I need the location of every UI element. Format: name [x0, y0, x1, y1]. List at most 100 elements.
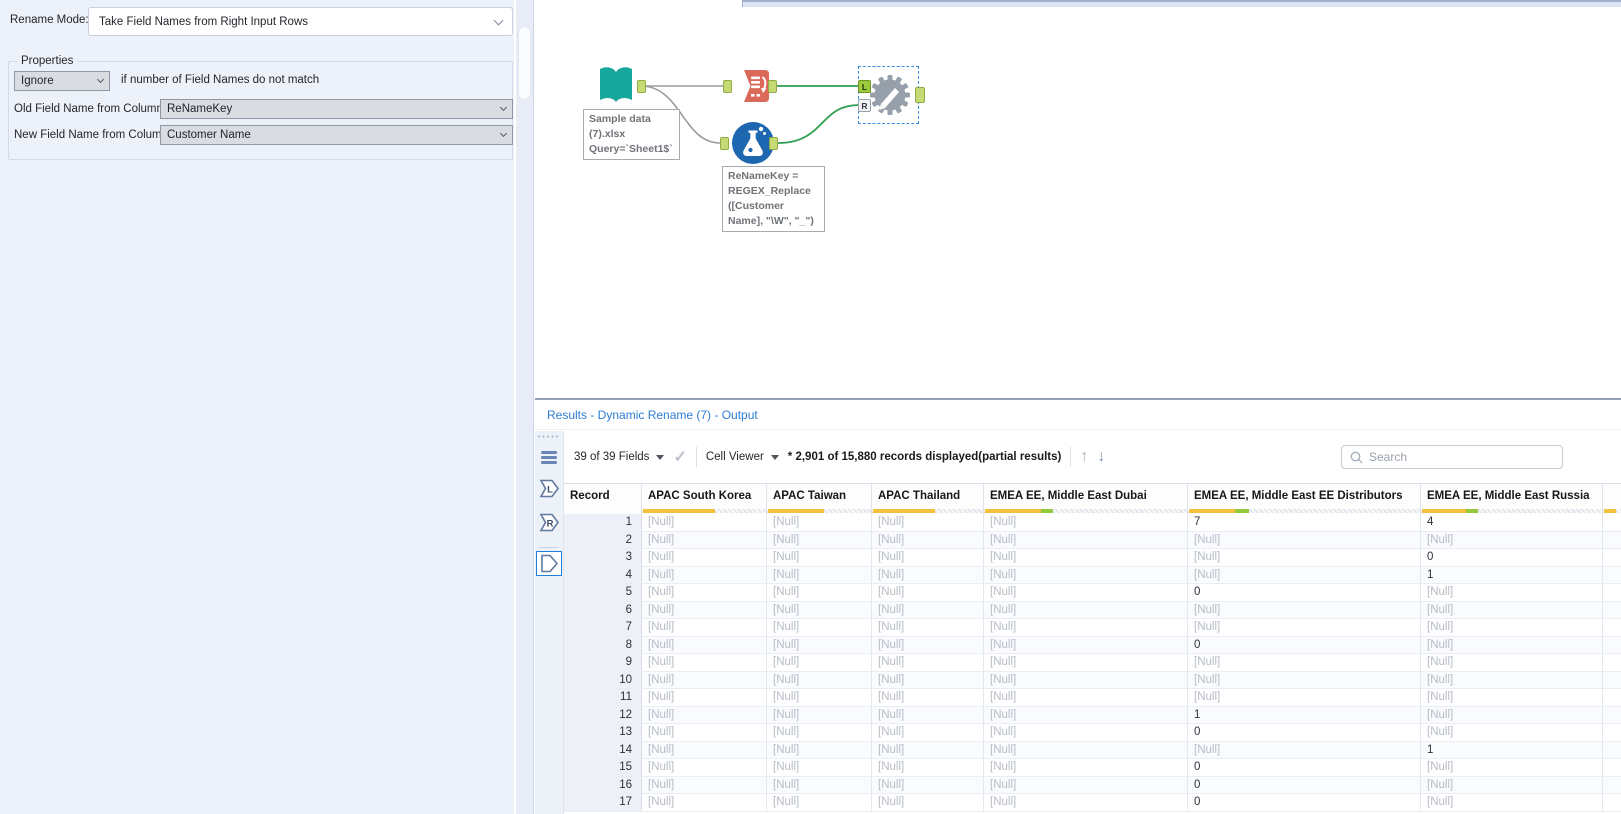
grid-cell[interactable]: 0	[1421, 549, 1603, 566]
grid-cell[interactable]: 0	[1188, 724, 1421, 741]
grid-cell[interactable]: 1	[1188, 707, 1421, 724]
grid-cell[interactable]: [Null]	[984, 514, 1188, 531]
grid-cell[interactable]: [Null]	[872, 794, 984, 811]
grid-cell[interactable]: [Null]	[642, 794, 767, 811]
grid-cell[interactable]: [Null]	[1421, 584, 1603, 601]
grid-cell[interactable]: [Null]	[872, 689, 984, 706]
column-header[interactable]: APAC Taiwan	[767, 484, 872, 514]
record-number-cell[interactable]: 3	[564, 549, 642, 566]
grid-cell[interactable]: [Null]	[642, 637, 767, 654]
grid-cell[interactable]: [Null]	[642, 742, 767, 759]
rename-left-input-anchor[interactable]: L	[858, 80, 871, 93]
grid-cell[interactable]: [Null]	[767, 514, 872, 531]
caret-down-icon[interactable]	[771, 455, 779, 460]
grid-cell[interactable]: [Null]	[872, 742, 984, 759]
grid-cell[interactable]: [Null]	[767, 549, 872, 566]
grid-cell[interactable]	[1603, 707, 1621, 724]
grid-cell[interactable]: [Null]	[872, 602, 984, 619]
formula-output-anchor[interactable]	[769, 137, 778, 150]
formula-tool-annotation[interactable]: ReNameKey = REGEX_Replace ([Customer Nam…	[722, 166, 825, 232]
grid-cell[interactable]: [Null]	[984, 742, 1188, 759]
grid-cell[interactable]: [Null]	[767, 759, 872, 776]
grid-cell[interactable]: [Null]	[642, 759, 767, 776]
field-info-output-anchor[interactable]	[768, 80, 777, 93]
record-number-cell[interactable]: 11	[564, 689, 642, 706]
grid-cell[interactable]: [Null]	[1188, 672, 1421, 689]
grid-cell[interactable]: [Null]	[642, 532, 767, 549]
grid-cell[interactable]: [Null]	[872, 619, 984, 636]
input-data-tool[interactable]	[593, 62, 639, 113]
wire-formula-to-rename-R[interactable]	[778, 105, 859, 143]
grid-cell[interactable]: [Null]	[642, 514, 767, 531]
grid-cell[interactable]	[1603, 619, 1621, 636]
search-input[interactable]	[1369, 450, 1539, 464]
field-info-input-anchor[interactable]	[723, 80, 732, 93]
grid-cell[interactable]: [Null]	[642, 689, 767, 706]
grid-cell[interactable]: [Null]	[1421, 777, 1603, 794]
grid-cell[interactable]: [Null]	[872, 707, 984, 724]
grid-cell[interactable]: [Null]	[1188, 689, 1421, 706]
column-header[interactable]: APAC South Korea	[642, 484, 767, 514]
input-tool-annotation[interactable]: Sample data (7).xlsx Query=`Sheet1$`	[583, 109, 680, 160]
record-number-cell[interactable]: 15	[564, 759, 642, 776]
previous-arrow-button[interactable]: ↑	[1080, 449, 1088, 465]
record-number-cell[interactable]: 1	[564, 514, 642, 531]
record-number-cell[interactable]: 14	[564, 742, 642, 759]
grid-cell[interactable]: [Null]	[872, 759, 984, 776]
grid-cell[interactable]: [Null]	[984, 794, 1188, 811]
grid-cell[interactable]: 0	[1188, 759, 1421, 776]
grid-cell[interactable]: [Null]	[767, 584, 872, 601]
cell-viewer-dropdown[interactable]: Cell Viewer	[706, 451, 764, 463]
grid-cell[interactable]: [Null]	[1421, 689, 1603, 706]
input-output-anchor[interactable]	[637, 80, 646, 93]
grid-cell[interactable]: [Null]	[872, 637, 984, 654]
output-anchor-button-selected[interactable]	[536, 551, 562, 576]
grid-cell[interactable]: [Null]	[642, 567, 767, 584]
grid-cell[interactable]: [Null]	[984, 619, 1188, 636]
grid-cell[interactable]: [Null]	[872, 514, 984, 531]
column-header[interactable]: APAC Thailand	[872, 484, 984, 514]
record-number-cell[interactable]: 7	[564, 619, 642, 636]
grid-cell[interactable]	[1603, 567, 1621, 584]
grid-cell[interactable]: [Null]	[767, 724, 872, 741]
formula-input-anchor[interactable]	[720, 137, 729, 150]
grid-cell[interactable]: [Null]	[767, 777, 872, 794]
record-number-cell[interactable]: 10	[564, 672, 642, 689]
grid-cell[interactable]: [Null]	[1188, 619, 1421, 636]
record-number-cell[interactable]: 9	[564, 654, 642, 671]
grid-cell[interactable]: 0	[1188, 777, 1421, 794]
grid-cell[interactable]	[1603, 549, 1621, 566]
grid-cell[interactable]: [Null]	[984, 584, 1188, 601]
record-number-cell[interactable]: 13	[564, 724, 642, 741]
grid-cell[interactable]: 7	[1188, 514, 1421, 531]
grid-cell[interactable]: [Null]	[1188, 532, 1421, 549]
mismatch-mode-dropdown[interactable]: Ignore	[14, 71, 110, 91]
grid-cell[interactable]: [Null]	[872, 532, 984, 549]
grid-cell[interactable]: [Null]	[767, 637, 872, 654]
grid-cell[interactable]: [Null]	[1421, 532, 1603, 549]
grid-cell[interactable]: 0	[1188, 584, 1421, 601]
grid-cell[interactable]	[1603, 514, 1621, 531]
grid-cell[interactable]: [Null]	[1421, 794, 1603, 811]
field-info-tool[interactable]	[735, 68, 771, 109]
dynamic-rename-tool-selected[interactable]: L R	[858, 66, 919, 124]
left-input-anchor-button[interactable]: L	[538, 478, 561, 504]
grid-cell[interactable]: [Null]	[767, 742, 872, 759]
grid-cell[interactable]: [Null]	[642, 602, 767, 619]
grid-cell[interactable]	[1603, 759, 1621, 776]
grid-cell[interactable]: [Null]	[872, 584, 984, 601]
grid-cell[interactable]	[1603, 584, 1621, 601]
grid-cell[interactable]: [Null]	[872, 549, 984, 566]
grid-cell[interactable]: [Null]	[767, 567, 872, 584]
grid-cell[interactable]: [Null]	[1421, 707, 1603, 724]
grid-cell[interactable]: [Null]	[872, 724, 984, 741]
record-number-cell[interactable]: 16	[564, 777, 642, 794]
grid-cell[interactable]	[1603, 654, 1621, 671]
grid-cell[interactable]: 1	[1421, 567, 1603, 584]
rename-output-anchor[interactable]	[915, 87, 925, 103]
grid-cell[interactable]: [Null]	[642, 619, 767, 636]
grid-cell[interactable]	[1603, 602, 1621, 619]
grid-cell[interactable]: [Null]	[1421, 602, 1603, 619]
grid-cell[interactable]: [Null]	[984, 689, 1188, 706]
grid-cell[interactable]	[1603, 742, 1621, 759]
